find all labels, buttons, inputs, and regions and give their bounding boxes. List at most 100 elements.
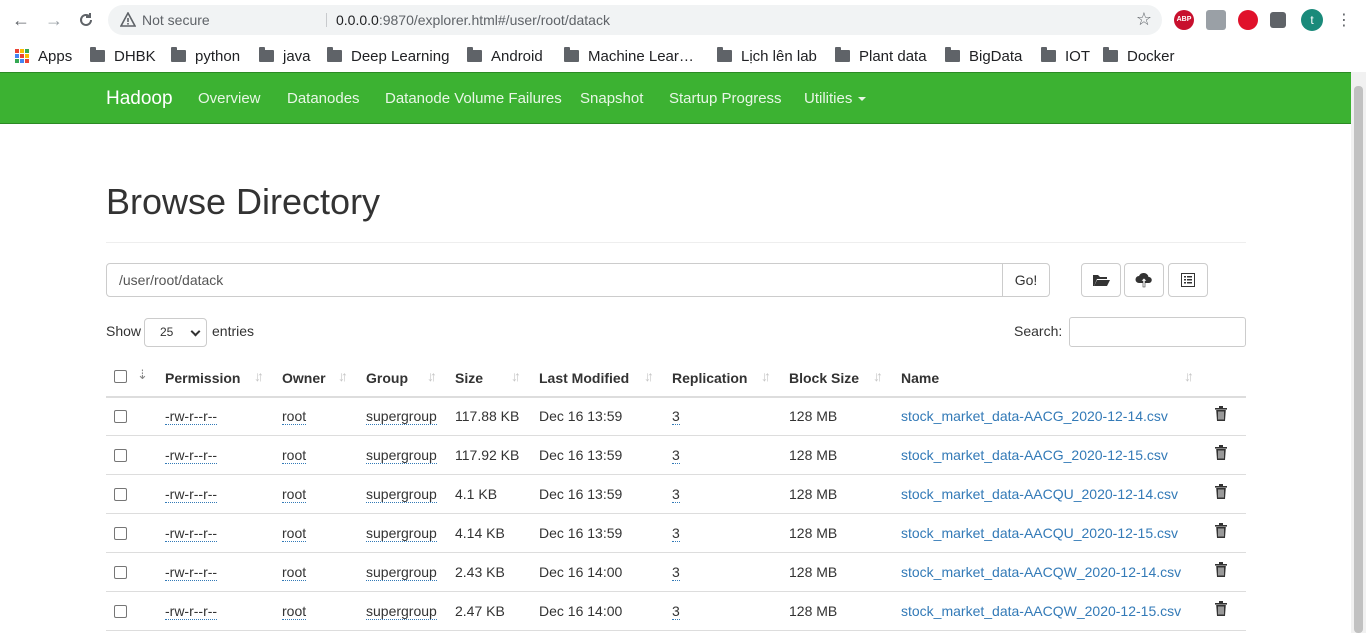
header-last-modified[interactable]: Last Modified [539, 370, 629, 386]
create-directory-button[interactable] [1081, 263, 1121, 297]
file-name-link[interactable]: stock_market_data-AACG_2020-12-14.csv [901, 408, 1168, 424]
header-group[interactable]: Group [366, 370, 408, 386]
header-owner[interactable]: Owner [282, 370, 326, 386]
go-button[interactable]: Go! [1002, 263, 1050, 297]
row-checkbox[interactable] [114, 566, 127, 579]
nav-startup-progress[interactable]: Startup Progress [669, 90, 782, 107]
replication-cell[interactable]: 3 [672, 564, 680, 581]
permission-cell[interactable]: -rw-r--r-- [165, 564, 218, 581]
owner-cell[interactable]: root [282, 603, 307, 620]
browser-menu-icon[interactable]: ⋮ [1332, 8, 1356, 32]
bookmark-folder-python[interactable]: python [171, 44, 240, 68]
bookmark-apps[interactable]: Apps [15, 44, 72, 68]
group-cell[interactable]: supergroup [366, 486, 437, 503]
select-all-checkbox[interactable] [114, 370, 127, 383]
page-scrollbar[interactable] [1351, 72, 1366, 633]
trash-icon[interactable] [1215, 523, 1227, 538]
nav-utilities-dropdown[interactable]: Utilities [804, 90, 867, 107]
group-cell[interactable]: supergroup [366, 564, 437, 581]
sort-icon[interactable]: ↓↑ [1184, 368, 1194, 384]
nav-datanodes[interactable]: Datanodes [287, 90, 360, 107]
header-permission[interactable]: Permission [165, 370, 240, 386]
owner-cell[interactable]: root [282, 486, 307, 503]
replication-cell[interactable]: 3 [672, 525, 680, 542]
sort-icon[interactable]: ↓↑ [511, 368, 521, 384]
forward-icon[interactable]: → [42, 8, 66, 32]
nav-overview[interactable]: Overview [198, 90, 261, 107]
shield-extension-icon[interactable] [1206, 10, 1226, 30]
navbar-brand[interactable]: Hadoop [106, 88, 173, 110]
permission-cell[interactable]: -rw-r--r-- [165, 408, 218, 425]
group-cell[interactable]: supergroup [366, 525, 437, 542]
replication-cell[interactable]: 3 [672, 486, 680, 503]
bookmark-folder-iot[interactable]: IOT [1041, 44, 1090, 68]
trash-icon[interactable] [1215, 484, 1227, 499]
trash-icon[interactable] [1215, 445, 1227, 460]
trash-icon[interactable] [1215, 601, 1227, 616]
bookmark-folder-docker[interactable]: Docker [1103, 44, 1175, 68]
trash-icon[interactable] [1215, 406, 1227, 421]
sort-icon[interactable]: ↓↑ [644, 368, 654, 384]
bookmark-folder-android[interactable]: Android [467, 44, 543, 68]
extensions-puzzle-icon[interactable] [1270, 12, 1286, 28]
row-checkbox[interactable] [114, 410, 127, 423]
replication-cell[interactable]: 3 [672, 447, 680, 464]
group-cell[interactable]: supergroup [366, 603, 437, 620]
permission-cell[interactable]: -rw-r--r-- [165, 447, 218, 464]
nav-snapshot[interactable]: Snapshot [580, 90, 643, 107]
header-replication[interactable]: Replication [672, 370, 747, 386]
file-name-link[interactable]: stock_market_data-AACQU_2020-12-14.csv [901, 486, 1178, 502]
sort-numeric-icon[interactable]: ⇣ [137, 367, 148, 383]
header-name[interactable]: Name [901, 370, 939, 386]
group-cell[interactable]: supergroup [366, 408, 437, 425]
permission-cell[interactable]: -rw-r--r-- [165, 525, 218, 542]
search-input[interactable] [1069, 317, 1246, 347]
row-checkbox[interactable] [114, 449, 127, 462]
trash-icon[interactable] [1215, 562, 1227, 577]
file-name-link[interactable]: stock_market_data-AACQW_2020-12-15.csv [901, 603, 1181, 619]
owner-cell[interactable]: root [282, 408, 307, 425]
owner-cell[interactable]: root [282, 447, 307, 464]
cut-paste-button[interactable] [1168, 263, 1208, 297]
adblock-extension-icon[interactable]: ABP [1174, 10, 1194, 30]
permission-cell[interactable]: -rw-r--r-- [165, 486, 218, 503]
sort-icon[interactable]: ↓↑ [427, 368, 437, 384]
sort-icon[interactable]: ↓↑ [761, 368, 771, 384]
bookmark-star-icon[interactable]: ☆ [1136, 9, 1152, 30]
bookmark-folder-machine-learning[interactable]: Machine Lear… [564, 44, 694, 68]
file-name-link[interactable]: stock_market_data-AACG_2020-12-15.csv [901, 447, 1168, 463]
group-cell[interactable]: supergroup [366, 447, 437, 464]
address-bar[interactable]: Not secure 0.0.0.0:9870/explorer.html#/u… [108, 5, 1162, 35]
bookmark-folder-plant-data[interactable]: Plant data [835, 44, 927, 68]
upload-button[interactable] [1124, 263, 1164, 297]
nav-datanode-volume-failures[interactable]: Datanode Volume Failures [385, 90, 562, 107]
bookmark-folder-bigdata[interactable]: BigData [945, 44, 1022, 68]
row-checkbox[interactable] [114, 527, 127, 540]
header-block-size[interactable]: Block Size [789, 370, 859, 386]
sort-icon[interactable]: ↓↑ [873, 368, 883, 384]
scrollbar-thumb[interactable] [1354, 86, 1363, 633]
row-checkbox[interactable] [114, 605, 127, 618]
url-text[interactable]: 0.0.0.0:9870/explorer.html#/user/root/da… [336, 12, 610, 28]
back-icon[interactable]: ← [9, 8, 33, 32]
redirect-extension-icon[interactable] [1238, 10, 1258, 30]
bookmark-folder-java[interactable]: java [259, 44, 311, 68]
file-name-link[interactable]: stock_market_data-AACQU_2020-12-15.csv [901, 525, 1178, 541]
owner-cell[interactable]: root [282, 564, 307, 581]
directory-path-input[interactable]: /user/root/datack [106, 263, 1003, 297]
row-checkbox[interactable] [114, 488, 127, 501]
permission-cell[interactable]: -rw-r--r-- [165, 603, 218, 620]
bookmark-folder-deep-learning[interactable]: Deep Learning [327, 44, 449, 68]
file-name-link[interactable]: stock_market_data-AACQW_2020-12-14.csv [901, 564, 1181, 580]
sort-icon[interactable]: ↓↑ [338, 368, 348, 384]
replication-cell[interactable]: 3 [672, 408, 680, 425]
bookmark-folder-lich-len-lab[interactable]: Lịch lên lab [717, 44, 817, 68]
owner-cell[interactable]: root [282, 525, 307, 542]
profile-avatar[interactable]: t [1301, 9, 1323, 31]
header-size[interactable]: Size [455, 370, 483, 386]
replication-cell[interactable]: 3 [672, 603, 680, 620]
entries-per-page-select[interactable]: 25 [144, 318, 207, 347]
sort-icon[interactable]: ↓↑ [254, 368, 264, 384]
bookmark-folder-dhbk[interactable]: DHBK [90, 44, 156, 68]
reload-icon[interactable] [74, 8, 98, 32]
